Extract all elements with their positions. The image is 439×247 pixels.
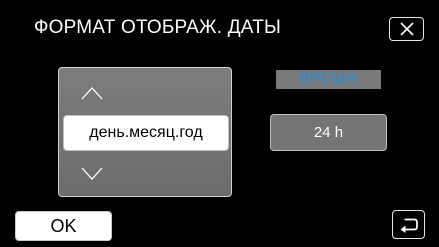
ok-button[interactable]: OK [15, 211, 112, 241]
back-button[interactable] [392, 210, 425, 239]
chevron-down-icon [81, 167, 103, 180]
date-format-option[interactable]: день.месяц.год [63, 115, 229, 151]
time-label: ВРЕМЯ [276, 70, 381, 89]
close-icon [399, 22, 414, 36]
scroll-up-button[interactable] [78, 84, 106, 102]
page-title: ФОРМАТ ОТОБРАЖ. ДАТЫ [34, 17, 282, 38]
camera-menu-screen: ФОРМАТ ОТОБРАЖ. ДАТЫ день.месяц.год ВРЕМ… [0, 0, 439, 247]
back-arrow-icon [400, 218, 418, 233]
scroll-down-button[interactable] [78, 165, 106, 183]
chevron-up-icon [81, 87, 103, 100]
time-format-button[interactable]: 24 h [270, 114, 387, 151]
close-button[interactable] [389, 17, 424, 41]
